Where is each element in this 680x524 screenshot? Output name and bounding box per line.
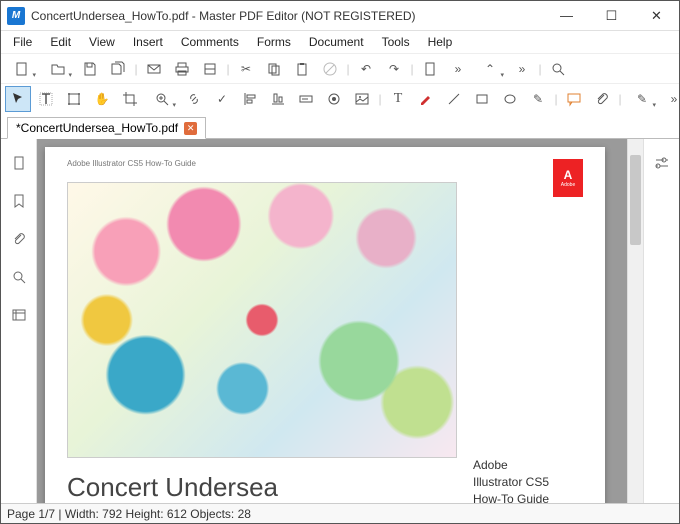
document-tab[interactable]: *ConcertUndersea_HowTo.pdf ✕ <box>7 117 206 139</box>
bookmarks-icon[interactable] <box>9 191 29 211</box>
more-1[interactable]: » <box>445 56 471 82</box>
disabled-icon[interactable] <box>317 56 343 82</box>
attachments-icon[interactable] <box>9 229 29 249</box>
separator: | <box>537 56 543 82</box>
left-panel <box>1 139 37 503</box>
menu-document[interactable]: Document <box>301 33 372 51</box>
open-button[interactable] <box>41 56 75 82</box>
layers-icon[interactable] <box>9 305 29 325</box>
image-tool[interactable] <box>349 86 375 112</box>
text-select-tool[interactable] <box>33 86 59 112</box>
page-button[interactable] <box>417 56 443 82</box>
titlebar: M ConcertUndersea_HowTo.pdf - Master PDF… <box>1 1 679 31</box>
text-tool[interactable]: T <box>385 86 411 112</box>
adobe-logo-letter: A <box>564 168 573 182</box>
thumbnails-icon[interactable] <box>9 153 29 173</box>
nav-button[interactable]: ⌃ <box>473 56 507 82</box>
toolbar-2: ✋ ✓ | T ✎ | | ✎ » <box>1 83 679 113</box>
check-tool[interactable]: ✓ <box>209 86 235 112</box>
toolbar-1: | | ✂ | ↶ ↷ | » ⌃ » | <box>1 53 679 83</box>
paste-button[interactable] <box>289 56 315 82</box>
email-button[interactable] <box>141 56 167 82</box>
align-bottom-tool[interactable] <box>265 86 291 112</box>
crop-tool[interactable] <box>117 86 143 112</box>
menubar: File Edit View Insert Comments Forms Doc… <box>1 31 679 53</box>
artwork-image <box>67 182 457 458</box>
adobe-logo: A Adobe <box>553 159 583 197</box>
cut-button[interactable]: ✂ <box>233 56 259 82</box>
markup-tool[interactable]: ✎ <box>625 86 659 112</box>
zoom-tool[interactable] <box>145 86 179 112</box>
app-icon: M <box>7 7 25 25</box>
ellipse-tool[interactable] <box>497 86 523 112</box>
menu-insert[interactable]: Insert <box>125 33 171 51</box>
rect-tool[interactable] <box>469 86 495 112</box>
redo-button[interactable]: ↷ <box>381 56 407 82</box>
save-all-button[interactable] <box>105 56 131 82</box>
properties-icon[interactable] <box>652 153 672 173</box>
guide-line: Adobe <box>473 457 583 474</box>
close-button[interactable]: ✕ <box>634 1 679 31</box>
separator: | <box>377 86 383 112</box>
align-left-tool[interactable] <box>237 86 263 112</box>
right-panel <box>643 139 679 503</box>
more-2[interactable]: » <box>509 56 535 82</box>
comment-tool[interactable] <box>561 86 587 112</box>
line-tool[interactable] <box>441 86 467 112</box>
menu-comments[interactable]: Comments <box>173 33 247 51</box>
scan-button[interactable] <box>197 56 223 82</box>
menu-tools[interactable]: Tools <box>374 33 418 51</box>
header-small-text: Adobe Illustrator CS5 How-To Guide <box>67 159 583 168</box>
edit-object-tool[interactable] <box>61 86 87 112</box>
menu-file[interactable]: File <box>5 33 40 51</box>
minimize-button[interactable]: — <box>544 1 589 31</box>
tab-close-icon[interactable]: ✕ <box>184 122 197 135</box>
highlight-tool[interactable] <box>413 86 439 112</box>
copy-button[interactable] <box>261 56 287 82</box>
radio-tool[interactable] <box>321 86 347 112</box>
maximize-button[interactable]: ☐ <box>589 1 634 31</box>
separator: | <box>553 86 559 112</box>
form-field-tool[interactable] <box>293 86 319 112</box>
tab-label: *ConcertUndersea_HowTo.pdf <box>16 121 178 135</box>
guide-line: How-To Guide <box>473 491 583 503</box>
new-button[interactable] <box>5 56 39 82</box>
statusbar: Page 1/7 | Width: 792 Height: 612 Object… <box>1 503 679 523</box>
guide-title: Adobe Illustrator CS5 How-To Guide <box>473 457 583 503</box>
menu-help[interactable]: Help <box>420 33 461 51</box>
undo-button[interactable]: ↶ <box>353 56 379 82</box>
canvas[interactable]: Adobe Illustrator CS5 How-To Guide A Ado… <box>37 139 627 503</box>
scrollbar-thumb[interactable] <box>630 155 641 245</box>
workarea: Adobe Illustrator CS5 How-To Guide A Ado… <box>1 139 679 503</box>
attachment-tool[interactable] <box>589 86 615 112</box>
pdf-page: Adobe Illustrator CS5 How-To Guide A Ado… <box>45 147 605 503</box>
print-button[interactable] <box>169 56 195 82</box>
hand-tool[interactable]: ✋ <box>89 86 115 112</box>
menu-forms[interactable]: Forms <box>249 33 299 51</box>
guide-line: Illustrator CS5 <box>473 474 583 491</box>
menu-edit[interactable]: Edit <box>42 33 79 51</box>
window-title: ConcertUndersea_HowTo.pdf - Master PDF E… <box>31 9 544 23</box>
select-tool[interactable] <box>5 86 31 112</box>
separator: | <box>225 56 231 82</box>
separator: | <box>617 86 623 112</box>
separator: | <box>133 56 139 82</box>
vertical-scrollbar[interactable] <box>627 139 643 503</box>
menu-view[interactable]: View <box>81 33 123 51</box>
pencil-tool[interactable]: ✎ <box>525 86 551 112</box>
separator: | <box>409 56 415 82</box>
search-button[interactable] <box>545 56 571 82</box>
search-panel-icon[interactable] <box>9 267 29 287</box>
adobe-logo-sub: Adobe <box>561 182 575 188</box>
save-button[interactable] <box>77 56 103 82</box>
more-tools[interactable]: » <box>661 86 680 112</box>
tabstrip: *ConcertUndersea_HowTo.pdf ✕ <box>1 113 679 139</box>
status-text: Page 1/7 | Width: 792 Height: 612 Object… <box>7 507 251 521</box>
separator: | <box>345 56 351 82</box>
link-tool[interactable] <box>181 86 207 112</box>
